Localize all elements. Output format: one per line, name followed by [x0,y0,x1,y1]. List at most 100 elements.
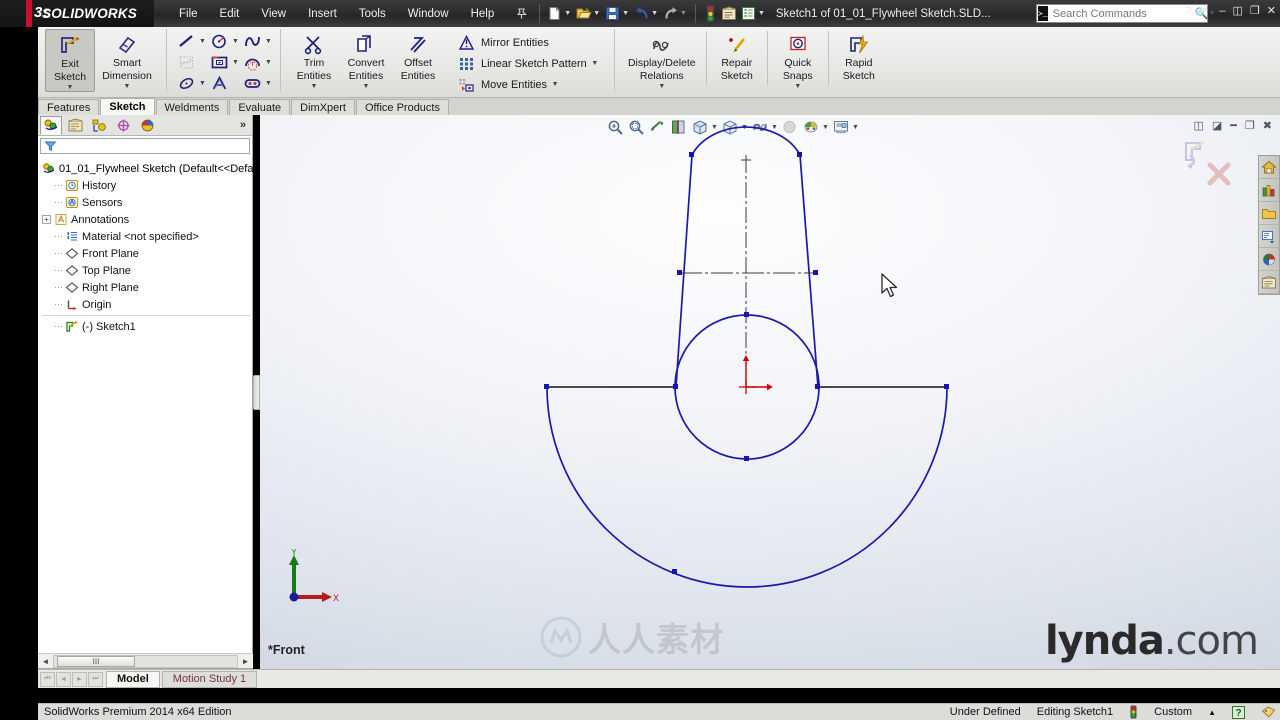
first-tab-button[interactable]: ⏮ [40,671,55,687]
tab-sketch[interactable]: Sketch [100,98,155,115]
status-units[interactable]: Custom [1154,706,1192,718]
menu-window[interactable]: Window [397,4,460,24]
solidworks-resources-icon[interactable] [1259,156,1279,179]
undo-icon[interactable] [632,4,651,23]
tree-item-origin[interactable]: ⋯ Origin [42,296,252,313]
linear-pattern-dropdown[interactable]: ▼ [587,60,603,67]
ellipse-tool[interactable]: ▼ [174,74,207,93]
configuration-manager-tab[interactable] [88,116,110,135]
dimxpert-manager-tab[interactable] [112,116,134,135]
tag-icon[interactable] [1261,705,1276,719]
menu-tools[interactable]: Tools [348,4,397,24]
smart-dimension-dropdown[interactable]: ▼ [124,83,131,90]
traffic-light-icon[interactable] [1129,705,1138,719]
rectangle-dropdown[interactable]: ▼ [231,59,240,66]
feature-panel-scrollbar[interactable]: ◄ III ► [38,653,253,668]
maximize-button[interactable]: ❐ [1250,4,1260,17]
convert-dropdown[interactable]: ▼ [363,83,370,90]
tree-item-right-plane[interactable]: ⋯ Right Plane [42,279,252,296]
rectangle-tool[interactable]: ▼ [207,53,240,72]
tree-item-part[interactable]: 01_01_Flywheel Sketch (Default<<Defa [42,160,253,177]
quick-snaps-button[interactable]: Quick Snaps ▼ [772,29,824,90]
display-delete-relations-dropdown[interactable]: ▼ [658,83,665,90]
scroll-track[interactable]: III [53,654,238,668]
tab-model[interactable]: Model [106,670,160,688]
file-explorer-icon[interactable] [1259,202,1279,225]
tree-item-front-plane[interactable]: ⋯ Front Plane [42,245,252,262]
units-caret-icon[interactable]: ▲ [1208,708,1216,717]
close-button[interactable]: ✕ [1267,4,1276,17]
slot-dropdown[interactable]: ▼ [264,80,273,87]
smart-dimension-button[interactable]: Smart Dimension ▼ [95,29,159,90]
tab-office-products[interactable]: Office Products [355,99,449,115]
graphics-viewport[interactable]: ▼ ▼ ▼ ▼ ▼ ◫ ◪ ━ ❐ ✖ *Front Y X lynda.com… [260,115,1280,669]
pushpin-icon[interactable] [509,7,534,20]
open-document-icon[interactable] [574,4,593,23]
help-question-icon[interactable]: ? [1232,705,1245,719]
minimize-button[interactable]: – [1219,5,1225,17]
last-tab-button[interactable]: ⏭ [88,671,103,687]
scroll-left-arrow[interactable]: ◄ [38,657,53,666]
trim-dropdown[interactable]: ▼ [311,83,318,90]
offset-entities-button[interactable]: Offset Entities [392,29,444,82]
mirror-entities-button[interactable]: Mirror Entities [454,32,603,53]
line-dropdown[interactable]: ▼ [198,38,207,45]
next-tab-button[interactable]: ► [72,671,87,687]
tab-evaluate[interactable]: Evaluate [229,99,291,115]
spline-on-surface-tool[interactable] [174,53,207,72]
spline-dropdown[interactable]: ▼ [264,38,273,45]
scroll-thumb[interactable]: III [57,655,135,667]
menu-edit[interactable]: Edit [209,4,251,24]
spline-tool[interactable]: ▼ [240,32,273,51]
property-manager-tab[interactable] [64,116,86,135]
rapid-sketch-button[interactable]: Rapid Sketch [833,29,885,82]
slot-tool[interactable]: ▼ [240,74,273,93]
trim-entities-button[interactable]: Trim Entities ▼ [288,29,340,90]
menu-view[interactable]: View [250,4,297,24]
scroll-right-arrow[interactable]: ► [238,657,253,666]
menu-help[interactable]: Help [460,4,506,24]
prev-tab-button[interactable]: ◄ [56,671,71,687]
save-icon[interactable] [603,4,622,23]
arc-tool[interactable]: ▼ [240,53,273,72]
new-document-icon[interactable] [545,4,564,23]
display-delete-relations-button[interactable]: Display/Delete Relations ▼ [622,29,702,90]
tree-item-material[interactable]: ⋯ Material <not specified> [42,228,252,245]
search-input[interactable] [1047,7,1195,20]
display-manager-tab[interactable] [136,116,158,135]
search-pane-icon[interactable] [1259,225,1279,248]
line-tool[interactable]: ▼ [174,32,207,51]
linear-sketch-pattern-button[interactable]: Linear Sketch Pattern ▼ [454,53,603,74]
convert-entities-button[interactable]: Convert Entities ▼ [340,29,392,90]
restore-button[interactable]: ◫ [1233,4,1243,17]
expand-panel-chevron[interactable]: » [240,119,246,131]
circle-tool[interactable]: ▼ [207,32,240,51]
text-tool[interactable] [207,74,240,93]
panel-resize-handle[interactable] [253,375,260,410]
exit-sketch-button[interactable]: Exit Sketch ▼ [45,29,95,92]
tree-item-history[interactable]: ⋯ History [42,177,252,194]
custom-properties-icon[interactable] [1259,271,1279,294]
repair-sketch-button[interactable]: Repair Sketch [711,29,763,82]
sketch-geometry[interactable] [260,115,1280,669]
annotations-expander[interactable]: + [42,215,51,224]
help-icon[interactable]: ? [1185,5,1191,17]
tree-item-sketch1[interactable]: ⋯ (-) Sketch1 [42,318,252,335]
tab-features[interactable]: Features [38,99,100,115]
appearances-scenes-icon[interactable] [1259,248,1279,271]
move-entities-button[interactable]: Move Entities ▼ [454,74,603,95]
tab-motion-study-1[interactable]: Motion Study 1 [161,670,258,688]
move-entities-dropdown[interactable]: ▼ [547,81,563,88]
rebuild-icon[interactable] [701,4,720,23]
arc-dropdown[interactable]: ▼ [264,59,273,66]
ellipse-dropdown[interactable]: ▼ [198,80,207,87]
tree-item-annotations[interactable]: + Annotations [42,211,252,228]
menu-insert[interactable]: Insert [297,4,348,24]
options-icon[interactable] [720,4,739,23]
feature-manager-tab[interactable] [40,115,62,135]
quick-snaps-dropdown[interactable]: ▼ [794,83,801,90]
tree-item-top-plane[interactable]: ⋯ Top Plane [42,262,252,279]
circle-dropdown[interactable]: ▼ [231,38,240,45]
tree-item-sensors[interactable]: ⋯ Sensors [42,194,252,211]
tab-weldments[interactable]: Weldments [155,99,229,115]
